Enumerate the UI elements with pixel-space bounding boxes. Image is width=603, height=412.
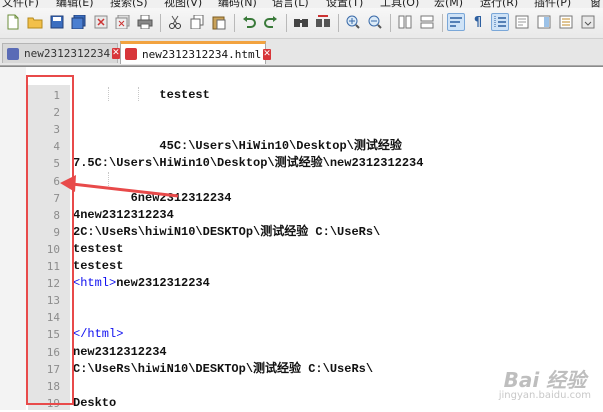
watermark-logo: Bai 经验 [503,368,587,392]
watermark-url: jingyan.baidu.com [498,390,591,401]
watermark: Bai 经验 jingyan.baidu.com [499,370,591,401]
annotation-arrow [60,175,179,198]
